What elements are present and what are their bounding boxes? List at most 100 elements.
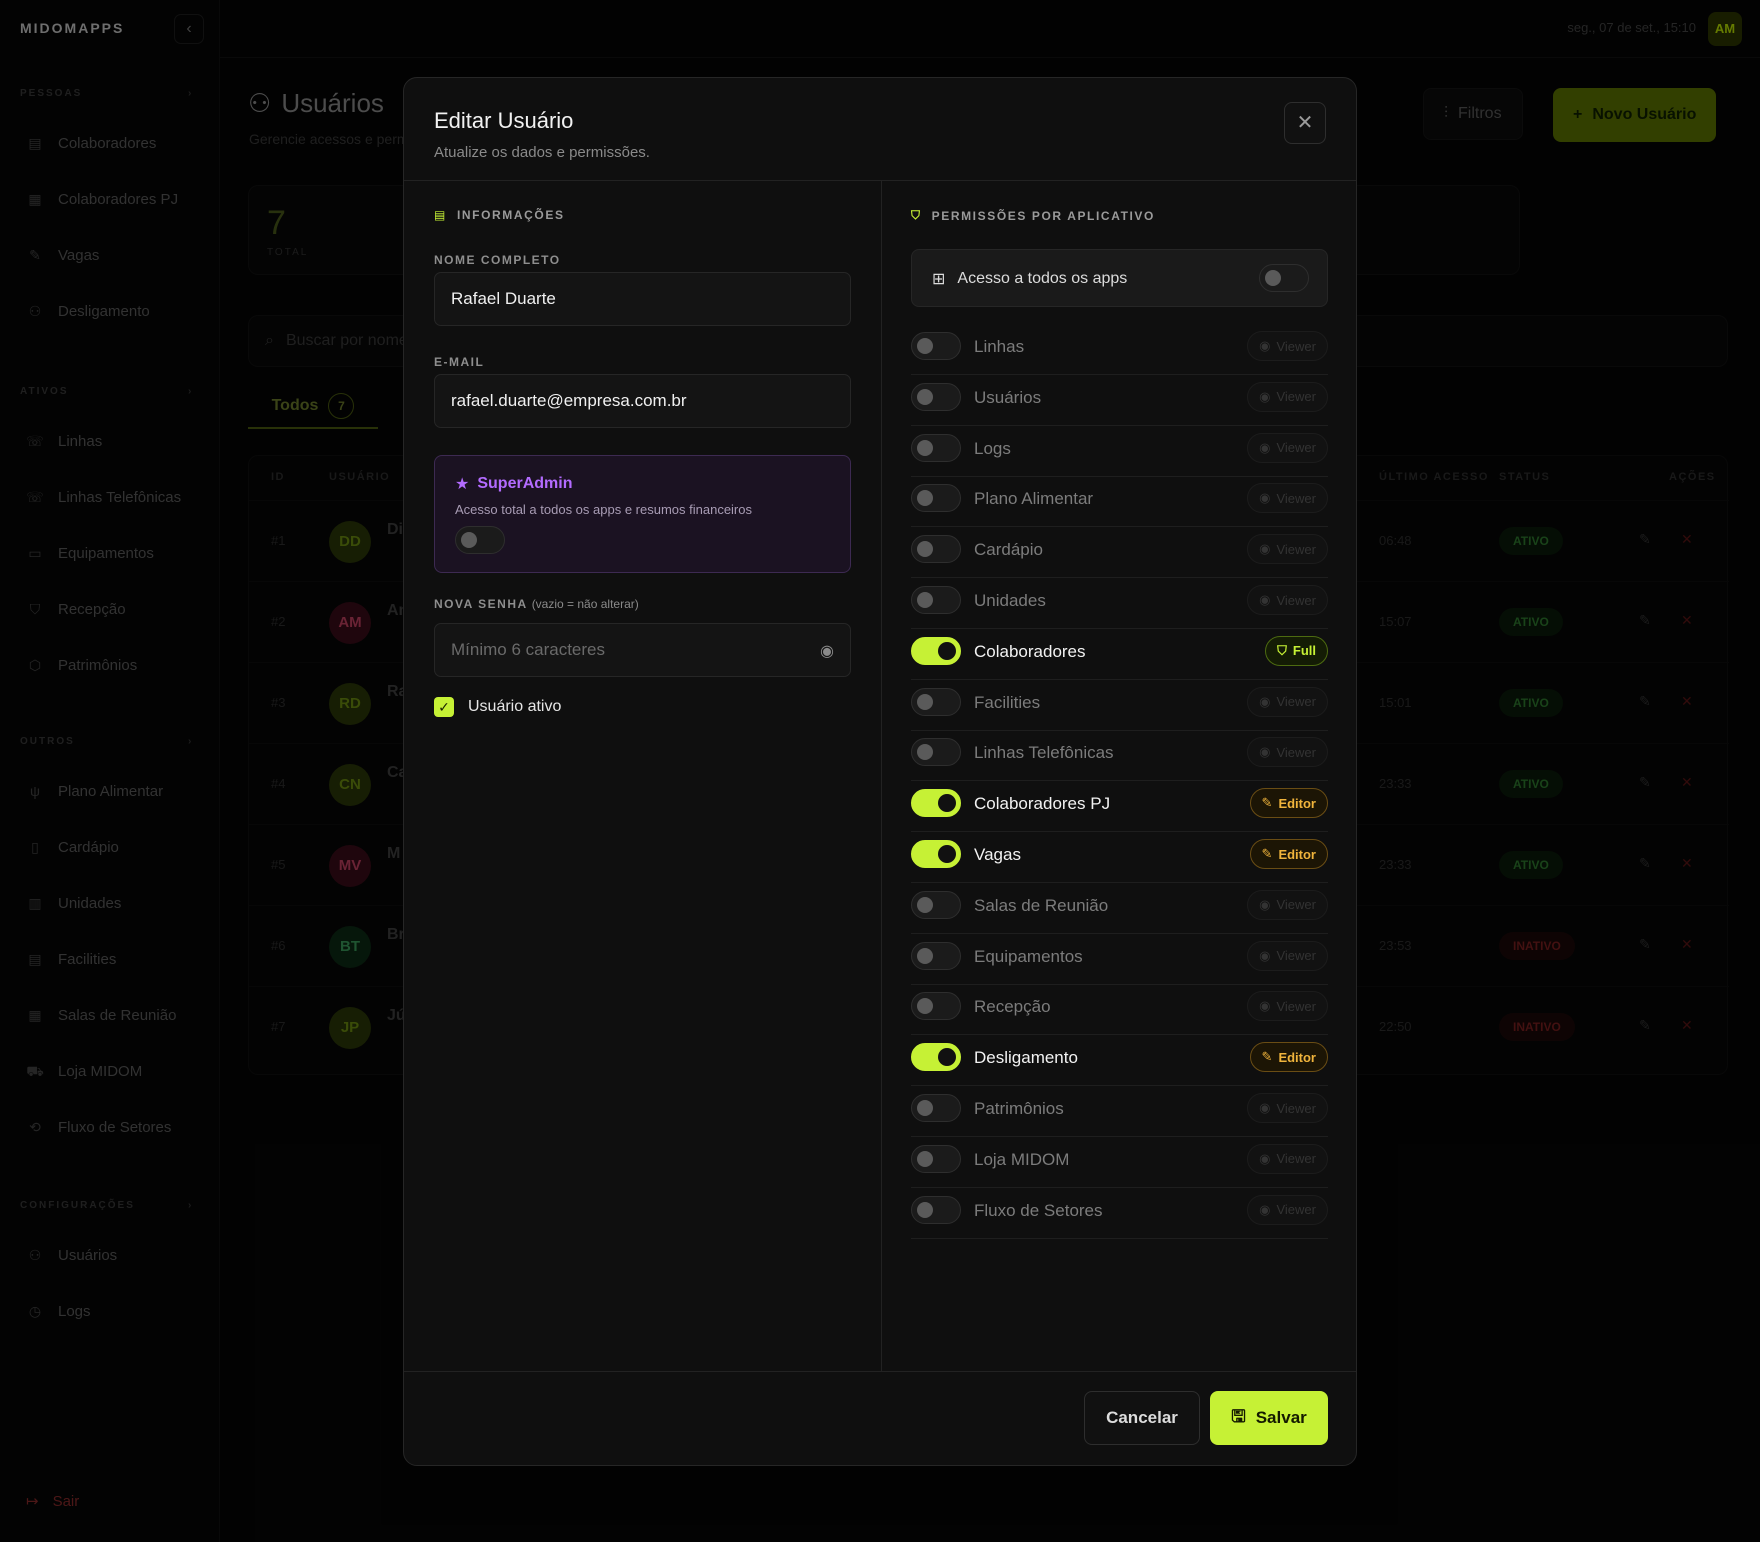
permission-level-label: Viewer xyxy=(1276,338,1316,354)
close-icon: ✕ xyxy=(1296,112,1314,134)
permission-toggle[interactable] xyxy=(911,535,961,564)
permission-toggle[interactable] xyxy=(911,890,961,919)
permission-row: Linhas Telefônicas ◉ Viewer xyxy=(911,724,1328,782)
email-value: rafael.duarte@empresa.com.br xyxy=(451,391,687,410)
save-label: Salvar xyxy=(1255,1408,1307,1427)
eye-icon: ◉ xyxy=(1259,896,1271,912)
password-label-text: NOVA SENHA xyxy=(434,597,528,611)
toggle-knob xyxy=(917,947,933,964)
permission-level-badge: ◉ Viewer xyxy=(1247,940,1328,971)
permission-level-badge[interactable]: ⛉ Full xyxy=(1265,635,1328,666)
permission-row: Patrimônios ◉ Viewer xyxy=(911,1080,1328,1137)
permission-level-label: Viewer xyxy=(1276,592,1316,608)
toggle-knob xyxy=(938,845,956,863)
permission-row: Loja MIDOM ◉ Viewer xyxy=(911,1131,1328,1188)
close-button[interactable]: ✕ xyxy=(1284,102,1326,144)
permission-row: Logs ◉ Viewer xyxy=(911,420,1328,477)
shield-icon: ⛉ xyxy=(911,208,922,222)
all-apps-label: ⊞ Acesso a todos os apps xyxy=(932,269,1127,289)
superadmin-card: ★ SuperAdmin Acesso total a todos os app… xyxy=(434,455,851,573)
permission-level-badge[interactable]: ✎ Editor xyxy=(1249,788,1328,819)
permission-name: Fluxo de Setores xyxy=(974,1200,1103,1220)
permission-level-badge: ◉ Viewer xyxy=(1247,1093,1328,1123)
permission-row: Fluxo de Setores ◉ Viewer xyxy=(911,1182,1328,1239)
cancel-button[interactable]: Cancelar xyxy=(1084,1391,1200,1445)
permission-level-label: Viewer xyxy=(1276,948,1316,964)
pencil-icon: ✎ xyxy=(1261,846,1273,861)
permission-toggle[interactable] xyxy=(911,586,961,614)
permission-name: Salas de Reunião xyxy=(974,895,1109,915)
permission-level-badge: ◉ Viewer xyxy=(1247,432,1328,463)
permission-name: Vagas xyxy=(974,845,1021,864)
permission-level-label: Viewer xyxy=(1276,1202,1316,1218)
permission-name: Colaboradores xyxy=(974,641,1086,661)
eye-icon[interactable]: ◉ xyxy=(820,641,834,661)
save-button[interactable]: 🖫 Salvar xyxy=(1210,1391,1328,1445)
save-icon: 🖫 xyxy=(1231,1406,1246,1426)
perm-section-title: ⛉ PERMISSÕES POR APLICATIVO xyxy=(911,208,1155,223)
all-apps-label-text: Acesso a todos os apps xyxy=(957,270,1128,287)
permission-toggle[interactable] xyxy=(911,382,961,411)
toggle-knob xyxy=(917,541,933,558)
password-field[interactable]: Mínimo 6 caracteres ◉ xyxy=(434,623,851,677)
name-field[interactable]: Rafael Duarte xyxy=(434,272,851,326)
permission-toggle[interactable] xyxy=(911,1094,961,1122)
permission-toggle[interactable] xyxy=(911,738,961,767)
permission-level-badge: ◉ Viewer xyxy=(1247,686,1328,717)
shield-icon: ⛉ xyxy=(1277,642,1287,658)
permission-level-badge: ◉ Viewer xyxy=(1247,534,1328,565)
permission-level-badge[interactable]: ✎ Editor xyxy=(1249,1042,1328,1073)
permission-name: Logs xyxy=(974,438,1011,458)
toggle-knob xyxy=(917,744,933,761)
superadmin-toggle[interactable] xyxy=(455,526,505,554)
grid-icon: ⊞ xyxy=(932,271,946,288)
permission-toggle[interactable] xyxy=(911,1043,961,1072)
permission-level-label: Viewer xyxy=(1276,744,1316,760)
permission-name: Plano Alimentar xyxy=(974,489,1094,509)
permission-row: Plano Alimentar ◉ Viewer xyxy=(911,470,1328,528)
toggle-knob xyxy=(917,388,933,405)
permission-toggle[interactable] xyxy=(911,433,961,462)
permission-toggle[interactable] xyxy=(911,840,961,868)
toggle-knob xyxy=(917,896,933,913)
active-checkbox-row[interactable]: ✓ Usuário ativo xyxy=(434,697,561,717)
permission-row: Colaboradores ⛉ Full xyxy=(911,623,1328,680)
permission-toggle[interactable] xyxy=(911,1195,961,1224)
permission-toggle[interactable] xyxy=(911,1144,961,1173)
permission-toggle[interactable] xyxy=(911,941,961,970)
active-checkbox[interactable]: ✓ xyxy=(434,697,454,717)
eye-icon: ◉ xyxy=(1259,1100,1271,1115)
permission-toggle[interactable] xyxy=(911,992,961,1021)
all-apps-toggle[interactable] xyxy=(1259,264,1309,292)
toggle-knob xyxy=(938,794,956,813)
permission-name: Linhas xyxy=(974,337,1025,356)
permission-level-label: Editor xyxy=(1278,1049,1316,1065)
permission-row: Colaboradores PJ ✎ Editor xyxy=(911,775,1328,833)
permission-name: Linhas Telefônicas xyxy=(974,743,1114,763)
permission-level-badge: ◉ Viewer xyxy=(1247,331,1328,361)
eye-icon: ◉ xyxy=(1259,1150,1271,1166)
permission-name: Patrimônios xyxy=(974,1099,1064,1118)
password-hint: (vazio = não alterar) xyxy=(531,597,639,611)
permission-level-label: Viewer xyxy=(1276,541,1316,557)
permission-toggle[interactable] xyxy=(911,332,961,360)
permission-toggle[interactable] xyxy=(911,484,961,513)
permission-toggle[interactable] xyxy=(911,636,961,665)
permission-level-label: Viewer xyxy=(1276,440,1316,456)
permission-toggle[interactable] xyxy=(911,687,961,716)
email-label: E-MAIL xyxy=(434,355,485,369)
permission-row: Unidades ◉ Viewer xyxy=(911,572,1328,629)
permission-level-label: Viewer xyxy=(1276,897,1316,913)
permission-toggle[interactable] xyxy=(911,789,961,818)
permission-level-badge: ◉ Viewer xyxy=(1247,1194,1328,1225)
password-label: NOVA SENHA (vazio = não alterar) xyxy=(434,597,639,611)
toggle-knob xyxy=(917,693,933,710)
permission-level-label: Viewer xyxy=(1276,389,1316,405)
eye-icon: ◉ xyxy=(1259,541,1271,557)
permission-level-badge: ◉ Viewer xyxy=(1247,889,1328,920)
toggle-knob xyxy=(938,641,956,660)
name-label: NOME COMPLETO xyxy=(434,253,561,267)
permission-name: Usuários xyxy=(974,387,1042,407)
email-field[interactable]: rafael.duarte@empresa.com.br xyxy=(434,374,851,428)
permission-level-badge[interactable]: ✎ Editor xyxy=(1249,839,1328,869)
